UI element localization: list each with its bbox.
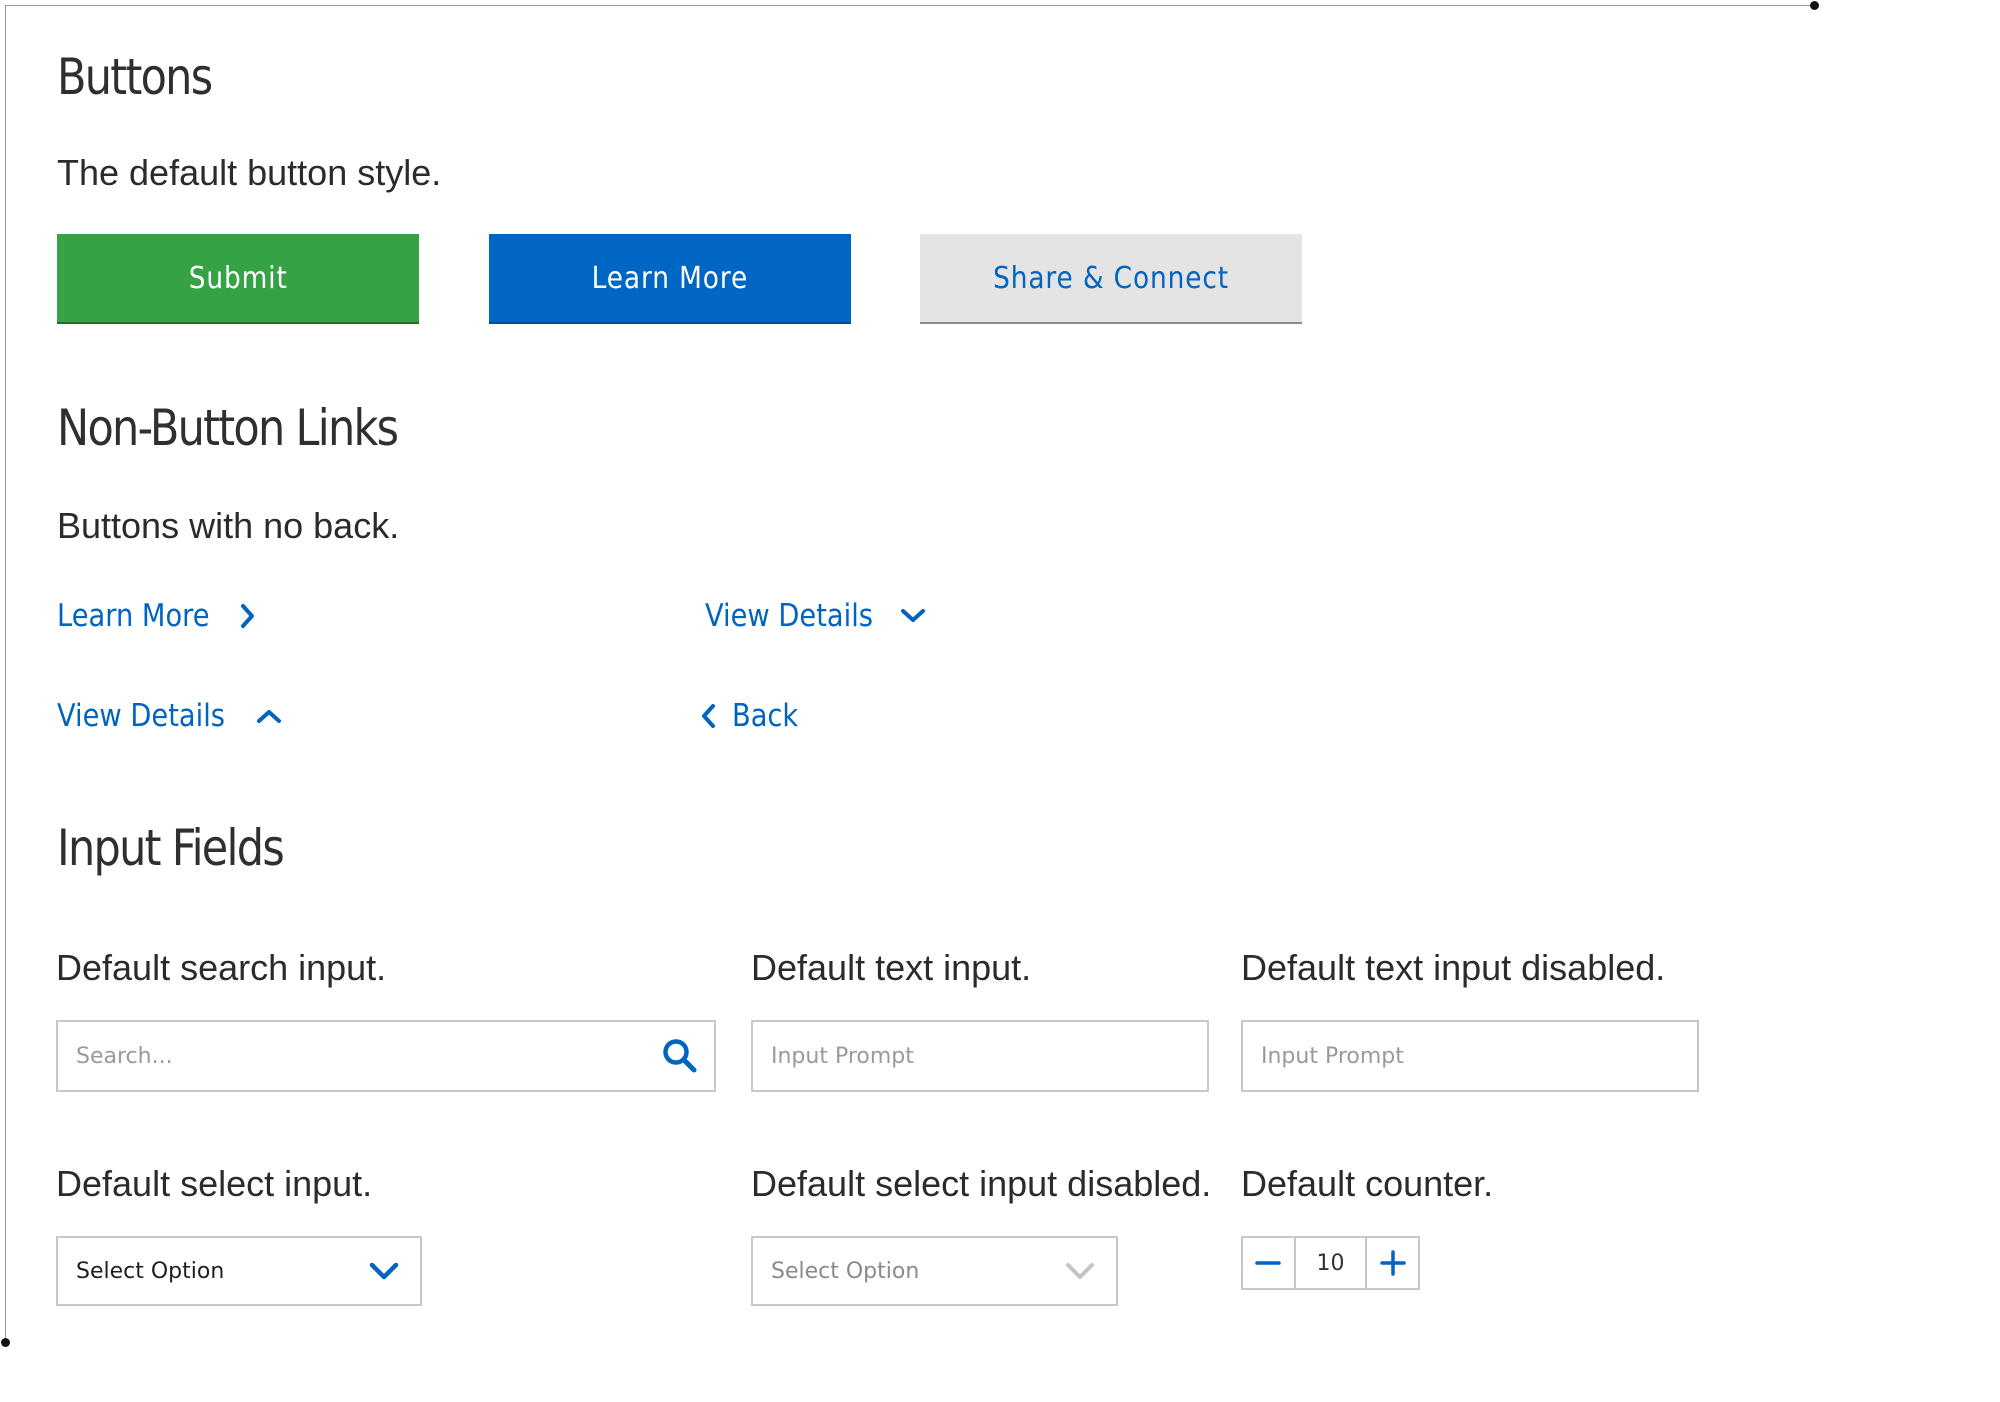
select-disabled-value: Select Option bbox=[771, 1258, 920, 1284]
text-input[interactable] bbox=[753, 1022, 1207, 1090]
decrement-button[interactable] bbox=[1243, 1238, 1294, 1288]
search-field[interactable] bbox=[56, 1020, 716, 1092]
learn-more-button-label: Learn More bbox=[591, 260, 749, 296]
chevron-up-icon bbox=[256, 710, 281, 723]
text-input-disabled-label: Default text input disabled. bbox=[1241, 947, 1666, 988]
quantity-counter: 10 bbox=[1241, 1236, 1420, 1290]
artboard-left-border bbox=[5, 5, 6, 1342]
share-connect-button-label: Share & Connect bbox=[993, 260, 1229, 296]
select-dropdown-disabled: Select Option bbox=[751, 1236, 1118, 1306]
text-input-disabled bbox=[1243, 1022, 1697, 1090]
counter-label: Default counter. bbox=[1241, 1163, 1494, 1204]
inputs-heading: Input Fields bbox=[57, 819, 285, 877]
chevron-left-icon bbox=[702, 704, 715, 728]
search-icon[interactable] bbox=[660, 1036, 700, 1076]
submit-button[interactable]: Submit bbox=[57, 234, 419, 324]
chevron-down-icon bbox=[369, 1262, 399, 1280]
select-dropdown[interactable]: Select Option bbox=[56, 1236, 422, 1306]
minus-icon bbox=[1255, 1261, 1281, 1265]
share-connect-button[interactable]: Share & Connect bbox=[920, 234, 1302, 324]
links-heading: Non-Button Links bbox=[57, 399, 399, 457]
text-field-disabled bbox=[1241, 1020, 1699, 1092]
search-input[interactable] bbox=[58, 1022, 660, 1090]
chevron-right-icon bbox=[241, 604, 255, 628]
view-details-collapse-link[interactable]: View Details bbox=[57, 698, 282, 734]
increment-button[interactable] bbox=[1367, 1238, 1418, 1288]
select-value: Select Option bbox=[76, 1258, 225, 1284]
view-details-expand-link[interactable]: View Details bbox=[705, 598, 926, 634]
select-input-disabled-label: Default select input disabled. bbox=[751, 1163, 1212, 1204]
view-details-expand-label: View Details bbox=[705, 598, 873, 634]
back-link-label: Back bbox=[732, 698, 799, 734]
artboard-corner-handle-bottom-left[interactable] bbox=[1, 1338, 10, 1347]
chevron-down-icon bbox=[900, 609, 925, 622]
back-link[interactable]: Back bbox=[698, 698, 807, 734]
text-input-label: Default text input. bbox=[751, 947, 1032, 988]
chevron-down-icon bbox=[1066, 1263, 1094, 1279]
learn-more-link-label: Learn More bbox=[57, 598, 210, 634]
learn-more-button[interactable]: Learn More bbox=[489, 234, 851, 324]
learn-more-link[interactable]: Learn More bbox=[57, 598, 258, 634]
artboard-corner-handle-top-right[interactable] bbox=[1810, 1, 1819, 10]
plus-icon bbox=[1379, 1250, 1406, 1276]
artboard-top-border bbox=[5, 5, 1815, 6]
view-details-collapse-label: View Details bbox=[57, 698, 225, 734]
buttons-description: The default button style. bbox=[57, 152, 442, 193]
counter-value[interactable]: 10 bbox=[1293, 1238, 1368, 1288]
submit-button-label: Submit bbox=[188, 260, 288, 296]
buttons-heading: Buttons bbox=[57, 48, 213, 106]
links-description: Buttons with no back. bbox=[57, 505, 400, 546]
select-input-label: Default select input. bbox=[56, 1163, 373, 1204]
text-field[interactable] bbox=[751, 1020, 1209, 1092]
search-input-label: Default search input. bbox=[56, 947, 387, 988]
